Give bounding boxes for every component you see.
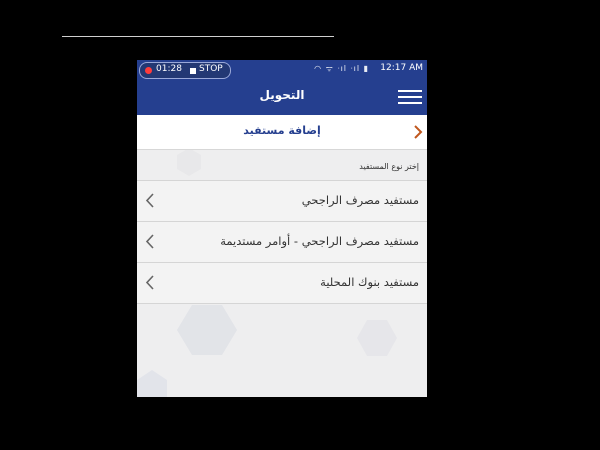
page-title: التحويل [259,88,305,102]
chevron-right-icon [414,125,423,139]
chevron-left-icon [145,275,154,290]
stop-button[interactable]: STOP [199,64,223,74]
list-item-label: مستفيد مصرف الراجحي - أوامر مستديمة [220,234,419,248]
add-beneficiary-button[interactable]: إضافة مستفيد [137,115,427,150]
record-dot-icon [145,67,152,74]
status-clock: 12:17 AM [380,63,423,73]
chevron-left-icon [145,193,154,208]
record-time: 01:28 [156,64,182,74]
list-item-label: مستفيد بنوك المحلية [320,275,419,289]
status-icons: ◠ ᯤ ᐧıl ᐧıl ▮ [314,64,369,73]
list-item-alrajhi-beneficiary[interactable]: مستفيد مصرف الراجحي [137,181,427,222]
add-beneficiary-label: إضافة مستفيد [243,124,321,137]
chevron-left-icon [145,234,154,249]
status-bar: 01:28 STOP ◠ ᯤ ᐧıl ᐧıl ▮ 12:17 AM [137,60,427,79]
app-bar: التحويل [137,79,427,115]
list-item-label: مستفيد مصرف الراجحي [301,193,419,207]
phone-screen: 01:28 STOP ◠ ᯤ ᐧıl ᐧıl ▮ 12:17 AM التحوي… [137,60,427,397]
stop-square-icon[interactable] [190,68,196,74]
hamburger-menu-icon[interactable] [398,90,422,104]
list-item-alrajhi-standing-orders[interactable]: مستفيد مصرف الراجحي - أوامر مستديمة [137,222,427,263]
top-divider-line [62,36,334,37]
section-label: إختر نوع المستفيد [359,162,419,171]
beneficiary-type-list: مستفيد مصرف الراجحي مستفيد مصرف الراجحي … [137,180,427,304]
screen-recorder-pill[interactable]: 01:28 STOP [139,62,231,79]
list-item-local-banks-beneficiary[interactable]: مستفيد بنوك المحلية [137,263,427,304]
